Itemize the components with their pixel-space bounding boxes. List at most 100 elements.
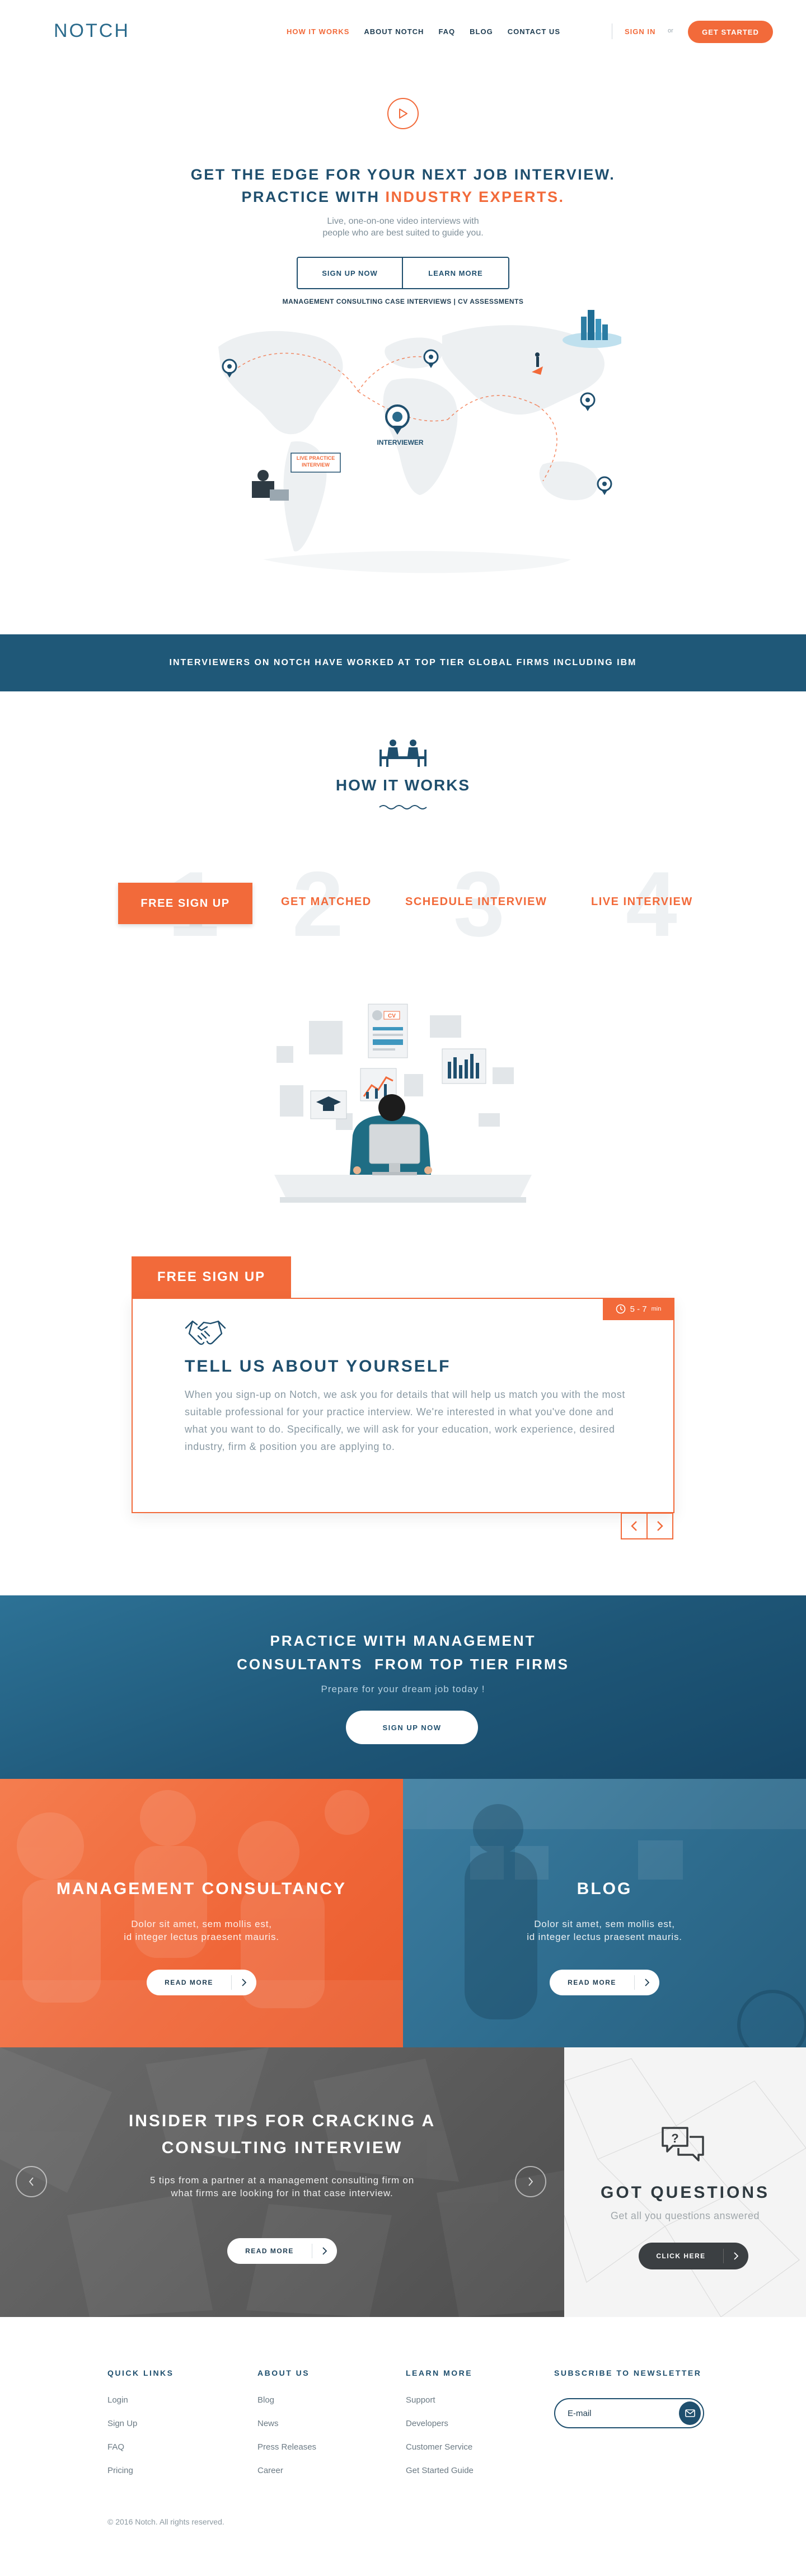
blog-photo-overlay (403, 1779, 806, 2047)
step-tab-free-sign-up[interactable]: FREE SIGN UP (118, 883, 252, 924)
copyright: © 2016 Notch. All rights reserved. (107, 2517, 224, 2526)
graduation-card (310, 1090, 347, 1119)
footer-heading-about-us: ABOUT US (257, 2368, 310, 2377)
chevron-left-icon (631, 1521, 637, 1531)
tile-blog-text-line2: id integer lectus praesent mauris. (527, 1932, 682, 1942)
footer-link-blog[interactable]: Blog (257, 2395, 274, 2405)
previous-step-button[interactable] (621, 1513, 648, 1539)
hero-title-line2: PRACTICE WITH INDUSTRY EXPERTS. (123, 186, 683, 208)
chart-card (442, 1048, 486, 1084)
sign-up-illustration: CV (274, 1004, 532, 1203)
nav-about-notch[interactable]: ABOUT NOTCH (364, 27, 424, 36)
footer-link-career[interactable]: Career (257, 2466, 283, 2475)
footer-link-faq[interactable]: FAQ (107, 2442, 124, 2452)
nav-how-it-works[interactable]: HOW IT WORKS (287, 27, 349, 36)
cta-title: PRACTICE WITH MANAGEMENT CONSULTANTS FRO… (207, 1629, 599, 1676)
tile-tips-title-line1: INSIDER TIPS FOR CRACKING A (128, 2112, 436, 2130)
got-questions-subtitle: Get all you questions answered (610, 2210, 760, 2221)
tile-tips-text: 5 tips from a partner at a management co… (0, 2174, 564, 2200)
get-started-button[interactable]: GET STARTED (688, 21, 773, 43)
tile-blog-title: BLOG (577, 1880, 632, 1898)
footer-link-customer-service[interactable]: Customer Service (406, 2442, 472, 2452)
question-chat-icon: ? (662, 2127, 704, 2161)
nav-blog[interactable]: BLOG (470, 27, 493, 36)
map-north-america (218, 331, 343, 435)
footer-link-news[interactable]: News (257, 2419, 279, 2428)
how-it-works-title: HOW IT WORKS (335, 776, 471, 794)
tile-tips-read-more-label: READ MORE (245, 2247, 294, 2255)
map-live-practice-label: LIVE PRACTICE INTERVIEW (296, 455, 335, 468)
live-practice-bubble: LIVE PRACTICE INTERVIEW (290, 453, 341, 473)
meeting-photo-overlay (0, 1790, 403, 2047)
next-step-button[interactable] (646, 1513, 673, 1539)
cv-label: CV (388, 1013, 396, 1019)
notch-logo[interactable]: NOTCH (54, 20, 130, 42)
cta-title-line2: CONSULTANTS FROM TOP TIER FIRMS (237, 1656, 569, 1673)
newsletter-form (554, 2398, 704, 2428)
hero-learn-more-button[interactable]: LEARN MORE (402, 257, 509, 289)
world-map-illustration: INTERVIEWER LIVE PRACTICE INTERVIEW (218, 310, 621, 573)
chevron-right-icon (635, 1979, 659, 1986)
cv-card: CV (368, 1004, 408, 1058)
main-nav: HOW IT WORKS ABOUT NOTCH FAQ BLOG CONTAC… (287, 27, 560, 36)
time-unit: min (651, 1306, 662, 1312)
card-body: When you sign-up on Notch, we ask you fo… (185, 1389, 625, 1452)
newsletter-email-input[interactable] (568, 2408, 679, 2418)
clock-icon (616, 1304, 625, 1314)
footer-link-login[interactable]: Login (107, 2395, 128, 2405)
newsletter-submit-button[interactable] (679, 2401, 701, 2425)
nav-contact-us[interactable]: CONTACT US (508, 27, 560, 36)
map-antarctica-shadow (263, 551, 571, 573)
tile-blog-read-more-label: READ MORE (568, 1979, 616, 1986)
tile-management-consultancy (0, 1779, 403, 2047)
footer-link-sign-up[interactable]: Sign Up (107, 2419, 137, 2428)
click-here-button[interactable]: CLICK HERE (639, 2243, 748, 2269)
tile-blog-read-more-button[interactable]: READ MORE (550, 1970, 659, 1995)
tile-blog (403, 1779, 806, 2047)
pin-icon (597, 476, 612, 495)
map-interviewer-label: INTERVIEWER (377, 439, 423, 446)
trust-banner: INTERVIEWERS ON NOTCH HAVE WORKED AT TOP… (0, 634, 806, 691)
hero-sign-up-button[interactable]: SIGN UP NOW (297, 257, 403, 289)
candidate-at-laptop-icon (252, 470, 289, 501)
chevron-right-icon (232, 1979, 256, 1986)
trust-banner-text: INTERVIEWERS ON NOTCH HAVE WORKED AT TOP… (169, 658, 637, 667)
footer-link-get-started-guide[interactable]: Get Started Guide (406, 2466, 474, 2475)
got-questions-title: GOT QUESTIONS (600, 2183, 770, 2202)
click-here-label: CLICK HERE (656, 2252, 706, 2260)
step-tab-live-interview[interactable]: LIVE INTERVIEW (591, 896, 693, 908)
tile-mc-title: MANAGEMENT CONSULTANCY (56, 1880, 347, 1898)
chevron-right-icon (312, 2247, 337, 2255)
footer-link-developers[interactable]: Developers (406, 2419, 448, 2428)
footer-link-press-releases[interactable]: Press Releases (257, 2442, 316, 2452)
footer-link-support[interactable]: Support (406, 2395, 435, 2405)
or-label: or (668, 27, 673, 34)
crumpled-paper-overlay (564, 2058, 806, 2317)
interview-table-icon (379, 740, 427, 767)
footer-heading-learn-more: LEARN MORE (406, 2368, 473, 2377)
wave-divider (379, 805, 427, 809)
tile-tips-title-line2: CONSULTING INTERVIEW (161, 2139, 403, 2157)
play-icon (399, 109, 407, 119)
pin-icon (580, 392, 596, 411)
footer-link-pricing[interactable]: Pricing (107, 2466, 133, 2475)
tile-tips-title: INSIDER TIPS FOR CRACKING A CONSULTING I… (0, 2108, 564, 2161)
sign-in-link[interactable]: SIGN IN (625, 27, 655, 36)
tile-mc-read-more-label: READ MORE (165, 1979, 213, 1986)
tile-tips-read-more-button[interactable]: READ MORE (227, 2238, 337, 2264)
step-tab-schedule-interview[interactable]: SCHEDULE INTERVIEW (405, 896, 547, 908)
desk-shadow (280, 1197, 526, 1203)
hero-title-line1: GET THE EDGE FOR YOUR NEXT JOB INTERVIEW… (190, 166, 616, 183)
tile-blog-text: Dolor sit amet, sem mollis est, id integ… (403, 1918, 806, 1943)
cta-subtitle: Prepare for your dream job today ! (321, 1684, 485, 1694)
tile-got-questions (564, 2047, 806, 2317)
tile-mc-text: Dolor sit amet, sem mollis est, id integ… (0, 1918, 403, 1943)
tile-mc-read-more-button[interactable]: READ MORE (147, 1970, 256, 1995)
cta-sign-up-button[interactable]: SIGN UP NOW (346, 1711, 478, 1744)
play-video-button[interactable] (387, 98, 419, 129)
envelope-icon (685, 2409, 695, 2417)
tile-blog-text-line1: Dolor sit amet, sem mollis est, (534, 1919, 675, 1929)
step-tab-get-matched[interactable]: GET MATCHED (281, 896, 372, 908)
nav-faq[interactable]: FAQ (438, 27, 455, 36)
footer-heading-newsletter: SUBSCRIBE TO NEWSLETTER (554, 2368, 702, 2377)
